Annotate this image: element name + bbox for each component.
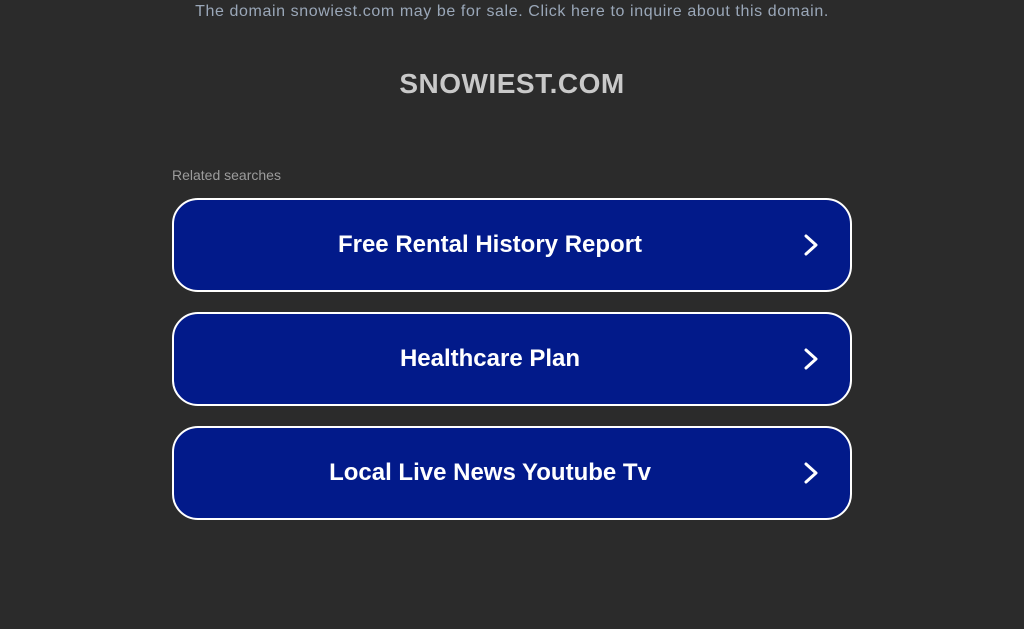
parked-domain-page: The domain snowiest.com may be for sale.…	[0, 0, 1024, 629]
related-search-free-rental-history-report[interactable]: Free Rental History Report	[172, 198, 852, 292]
related-search-label: Healthcare Plan	[399, 345, 581, 372]
domain-sale-link[interactable]: The domain snowiest.com may be for sale.…	[0, 3, 1024, 21]
related-search-local-live-news-youtube-tv[interactable]: Local Live News Youtube Tv	[172, 426, 852, 520]
related-searches-label: Related searches	[172, 167, 281, 183]
domain-title: SNOWIEST.COM	[399, 68, 625, 99]
related-search-label: Local Live News Youtube Tv	[329, 459, 651, 486]
related-search-label: Free Rental History Report	[337, 231, 643, 258]
related-search-healthcare-plan[interactable]: Healthcare Plan	[172, 312, 852, 406]
chevron-right-icon	[804, 348, 818, 370]
chevron-right-icon	[804, 234, 818, 256]
related-searches-list: Free Rental History Report Healthcare Pl…	[172, 198, 852, 540]
chevron-right-icon	[804, 462, 818, 484]
